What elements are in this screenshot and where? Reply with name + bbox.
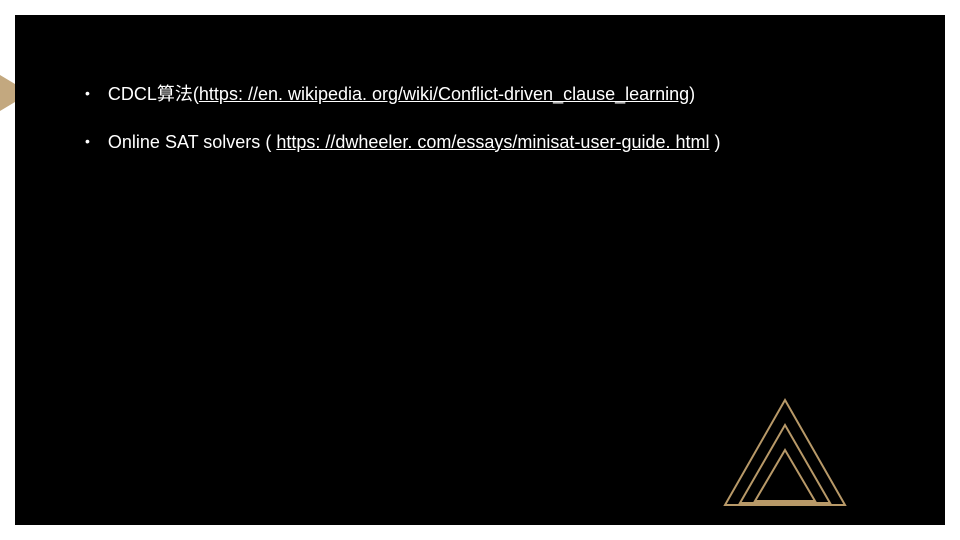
triangle-decoration [715, 395, 855, 515]
bullet-content: Online SAT solvers ( https: //dwheeler. … [108, 123, 875, 163]
bullet-label: Online SAT solvers [108, 132, 260, 152]
paren-open: ( [260, 132, 276, 152]
bullet-icon: • [85, 123, 90, 159]
bullet-icon: • [85, 75, 90, 111]
paren-close: ) [689, 84, 695, 104]
list-item: • Online SAT solvers ( https: //dwheeler… [85, 123, 875, 163]
cdcl-link[interactable]: https: //en. wikipedia. org/wiki/Conflic… [199, 84, 689, 104]
sat-solver-link[interactable]: https: //dwheeler. com/essays/minisat-us… [276, 132, 709, 152]
bullet-list: • CDCL算法(https: //en. wikipedia. org/wik… [85, 75, 875, 162]
list-item: • CDCL算法(https: //en. wikipedia. org/wik… [85, 75, 875, 115]
bullet-label: CDCL算法 [108, 84, 193, 104]
bullet-content: CDCL算法(https: //en. wikipedia. org/wiki/… [108, 75, 875, 115]
slide-body: • CDCL算法(https: //en. wikipedia. org/wik… [15, 15, 945, 525]
paren-close: ) [710, 132, 721, 152]
